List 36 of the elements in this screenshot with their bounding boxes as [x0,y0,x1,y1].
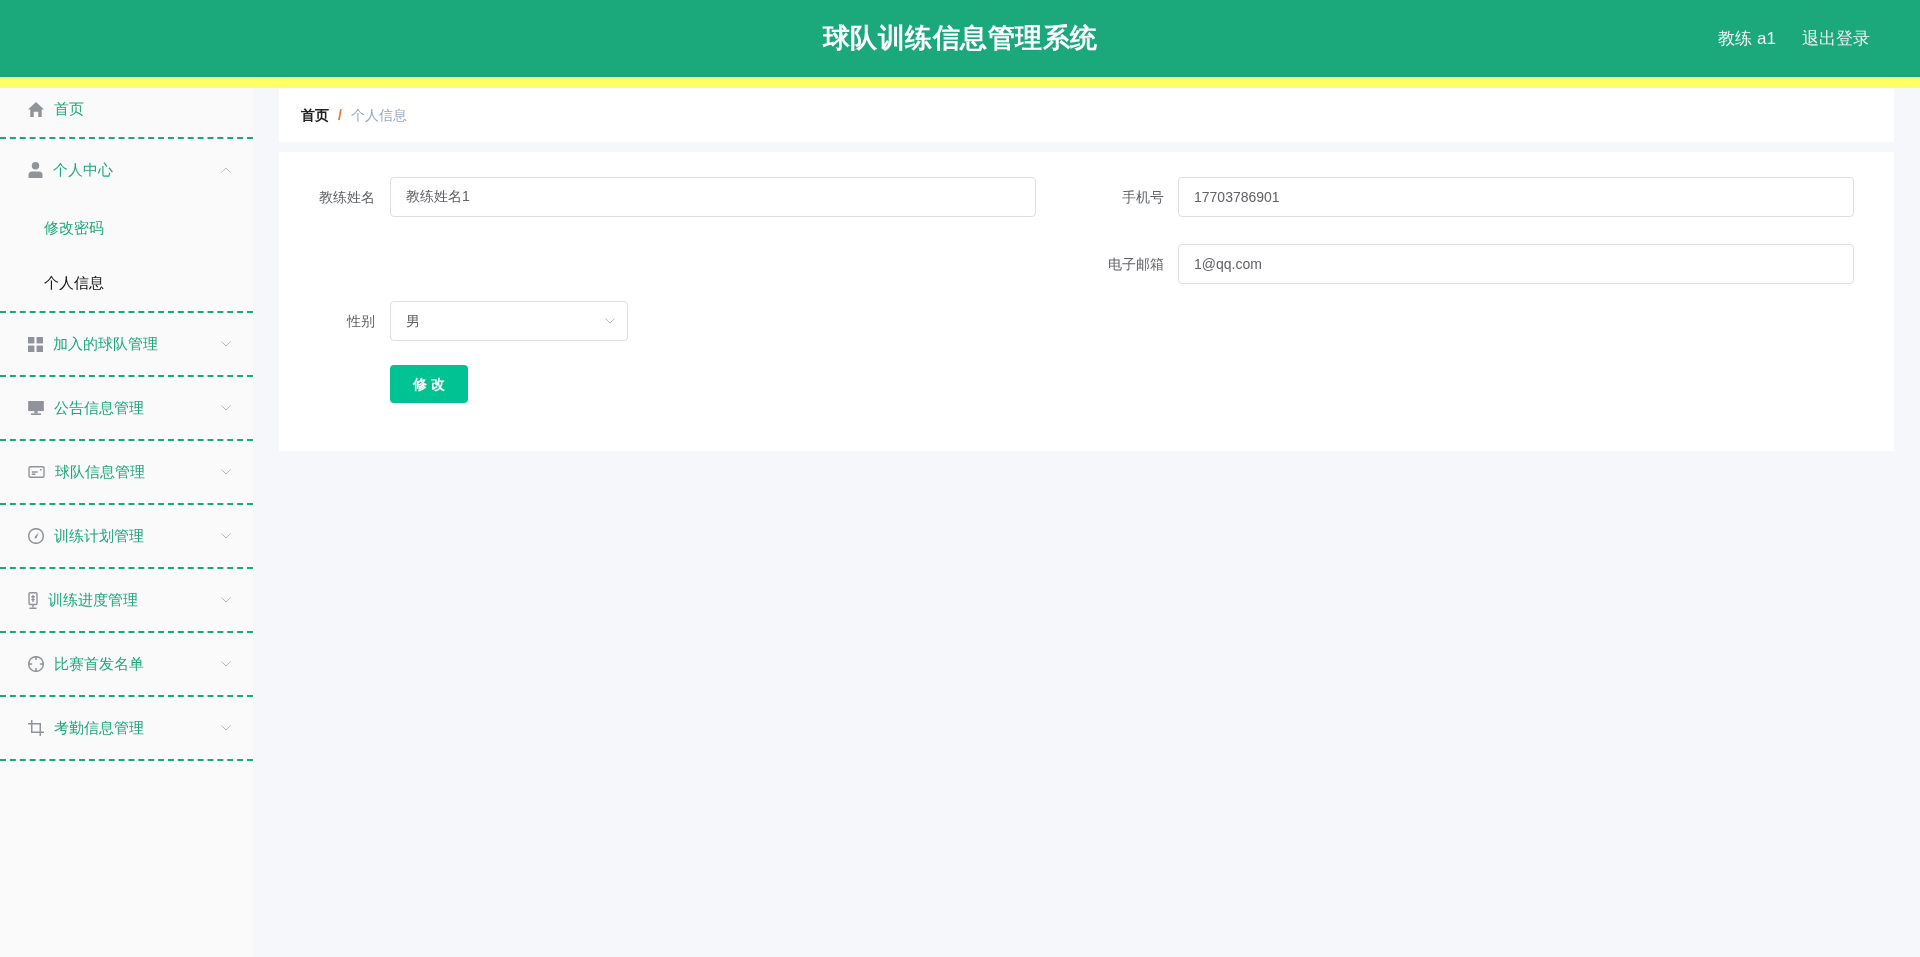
submenu-item[interactable]: 修改密码 [0,201,253,256]
breadcrumb-link[interactable]: 首页 [301,104,329,126]
breadcrumb-current: 个人信息 [350,105,407,125]
gender-select[interactable]: 男 [390,301,628,341]
input-field[interactable]: 教练姓名1 [390,177,1036,217]
user-icon [28,162,43,178]
chevron-icon [605,318,615,324]
input-field[interactable]: 17703786901 [1178,177,1854,217]
compass-icon [28,528,44,544]
menu-item[interactable]: 首页 [0,88,253,137]
id-card-icon [28,466,45,478]
submenu-title[interactable]: 考勤信息管理 [0,697,253,759]
crosshair-icon [28,656,44,672]
submenu-title[interactable]: 公告信息管理 [0,377,253,439]
input-field[interactable]: 1@qq.com [1178,244,1854,284]
submenu-title[interactable]: 比赛首发名单 [0,633,253,695]
field-label: 手机号 [1122,187,1164,207]
submenu-title[interactable]: 训练计划管理 [0,505,253,567]
breadcrumb-separator: / [338,105,342,125]
submenu-title[interactable]: 个人中心 [0,139,253,201]
field-label: 电子邮箱 [1108,254,1164,274]
field-label: 性别 [347,311,375,331]
logout-link[interactable]: 退出登录 [1802,25,1870,52]
device-icon [28,591,38,609]
submenu-title[interactable]: 加入的球队管理 [0,313,253,375]
app-title: 球队训练信息管理系统 [822,22,1098,56]
monitor-icon [28,401,44,415]
field-label: 教练姓名 [319,187,375,207]
crop-icon [28,720,44,736]
submenu-title[interactable]: 球队信息管理 [0,441,253,503]
grid-icon [28,336,43,352]
home-icon [28,102,44,117]
submit-button[interactable]: 修 改 [390,365,468,403]
user-name: 教练 a1 [1718,27,1776,50]
submenu-item[interactable]: 个人信息 [0,256,253,311]
submenu-title[interactable]: 训练进度管理 [0,569,253,631]
